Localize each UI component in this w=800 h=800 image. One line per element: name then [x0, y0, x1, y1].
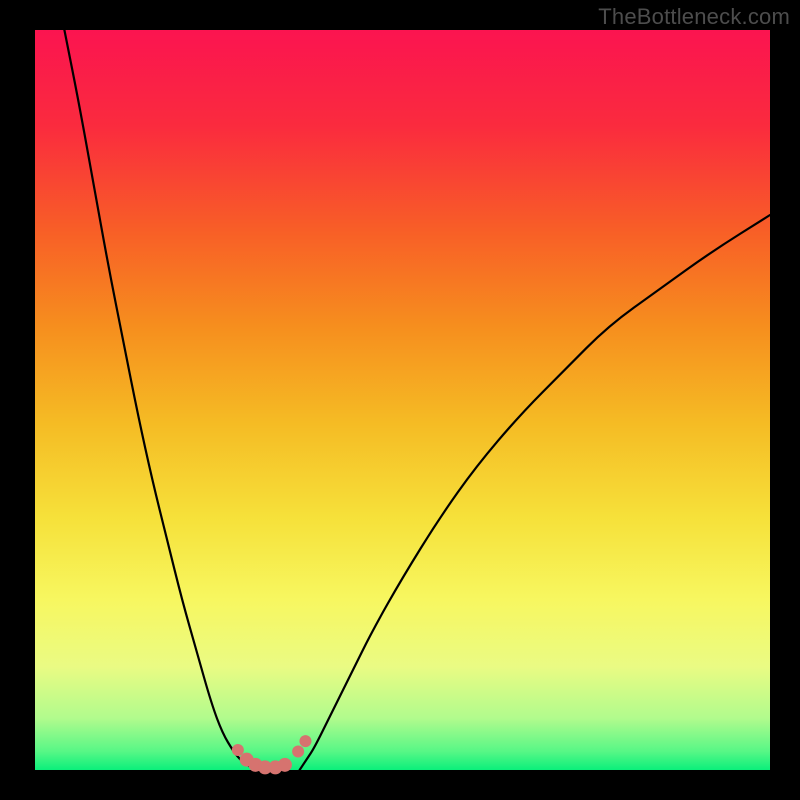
chart-svg: [0, 0, 800, 800]
marker-dot: [299, 735, 311, 747]
watermark-text: TheBottleneck.com: [598, 4, 790, 30]
marker-dot: [232, 744, 244, 756]
plot-background: [35, 30, 770, 770]
marker-dot: [292, 746, 304, 758]
marker-dot: [278, 758, 292, 772]
